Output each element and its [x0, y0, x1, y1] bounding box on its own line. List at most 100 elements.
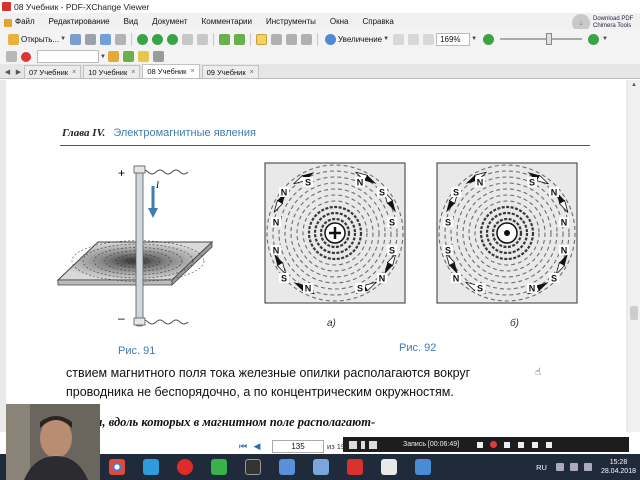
- window-title: 08 Учебник - PDF-XChange Viewer: [14, 1, 150, 12]
- camera-icon[interactable]: [518, 441, 525, 448]
- fit-width-icon[interactable]: [234, 33, 246, 45]
- stop-record-icon[interactable]: [349, 440, 357, 449]
- save-icon[interactable]: [70, 33, 82, 45]
- stop-icon[interactable]: [21, 51, 31, 62]
- menu-help[interactable]: Справка: [355, 17, 400, 26]
- fit-page-icon[interactable]: [219, 33, 231, 45]
- tab-10[interactable]: 10 Учебник ×: [83, 65, 141, 78]
- document-tab-bar: ◀ ▶ 07 Учебник × 10 Учебник × 08 Учебник × 0…: [0, 64, 640, 79]
- close-icon[interactable]: ×: [131, 69, 135, 76]
- email-icon[interactable]: [100, 33, 112, 45]
- app-a-icon[interactable]: [204, 456, 234, 478]
- tab-09[interactable]: 09 Учебник ×: [201, 65, 259, 78]
- pole-label: S: [379, 188, 385, 198]
- expand-icon[interactable]: [532, 441, 539, 448]
- prev-page-button[interactable]: ◀: [251, 440, 263, 452]
- next-page-icon[interactable]: [167, 33, 179, 45]
- first-page-button[interactable]: ⏮: [237, 440, 249, 452]
- document-area[interactable]: Глава IV. Электромагнитные явления + – I…: [0, 80, 640, 432]
- secondary-toolbar: ▼: [0, 49, 640, 64]
- chevron-right-icon[interactable]: ▶: [16, 68, 21, 76]
- chevron-left-icon[interactable]: ◀: [5, 68, 10, 76]
- zoom-field[interactable]: 169%: [436, 32, 471, 46]
- wifi-icon[interactable]: [569, 463, 578, 471]
- first-page-icon[interactable]: [137, 33, 149, 45]
- menu-edit[interactable]: Редактирование: [42, 17, 117, 26]
- chevron-down-icon[interactable]: ▼: [100, 54, 106, 60]
- menu-document[interactable]: Документ: [145, 17, 195, 26]
- pause-record-icon[interactable]: [361, 440, 365, 449]
- undo-icon[interactable]: [182, 33, 194, 45]
- magnifier-icon: [325, 33, 337, 45]
- chapter-label: Глава IV.: [62, 127, 106, 139]
- toolbar-divider: [250, 32, 252, 46]
- tab-08[interactable]: 08 Учебник ×: [142, 64, 200, 78]
- pdf-viewer-icon[interactable]: [340, 456, 370, 478]
- chevron-down-icon[interactable]: ▼: [471, 36, 477, 42]
- close-icon[interactable]: ×: [250, 69, 254, 76]
- zoom-button[interactable]: Увеличение ▼: [321, 32, 391, 47]
- figure-92-caption: Рис. 92: [399, 342, 437, 354]
- open-button[interactable]: Открыть... ▼: [4, 32, 68, 47]
- comment-icon[interactable]: [107, 51, 119, 62]
- folder-icon: [8, 33, 19, 45]
- language-indicator[interactable]: RU: [536, 463, 547, 472]
- volume-tray-icon[interactable]: [583, 463, 592, 471]
- zoom-out-icon[interactable]: [483, 33, 495, 45]
- zoom-in-icon[interactable]: [588, 33, 600, 45]
- menu-file[interactable]: Файл: [2, 17, 42, 27]
- grid-icon[interactable]: [369, 440, 377, 449]
- redo-icon[interactable]: [197, 33, 209, 45]
- close-icon[interactable]: ×: [72, 69, 76, 76]
- snapshot-icon[interactable]: [286, 33, 298, 45]
- presentation-icon[interactable]: [272, 456, 302, 478]
- network-icon[interactable]: [306, 456, 336, 478]
- recorder-app-icon[interactable]: [408, 456, 438, 478]
- actual-size-icon[interactable]: [393, 33, 405, 45]
- terminal-icon[interactable]: [238, 456, 268, 478]
- stamp-icon[interactable]: [122, 51, 134, 62]
- scan-icon[interactable]: [115, 33, 127, 45]
- menu-windows[interactable]: Окна: [323, 17, 356, 26]
- pole-label: N: [273, 218, 280, 228]
- select-text-icon[interactable]: [271, 33, 283, 45]
- volume-icon[interactable]: [546, 441, 553, 448]
- glasses-icon[interactable]: [6, 51, 17, 62]
- scroll-up-icon[interactable]: ▲: [628, 80, 640, 90]
- tray-arrow-icon[interactable]: [555, 463, 564, 471]
- zoom-slider[interactable]: [500, 33, 583, 45]
- pencil-icon[interactable]: [152, 51, 164, 62]
- record-dot-icon[interactable]: [490, 441, 498, 448]
- document-icon[interactable]: [374, 456, 404, 478]
- highlight-icon[interactable]: [137, 51, 149, 62]
- select-image-icon[interactable]: [301, 33, 313, 45]
- scrollbar-thumb[interactable]: [630, 306, 638, 320]
- figure-91-drawing: + – I: [56, 165, 214, 327]
- tab-nav[interactable]: ◀ ▶: [2, 65, 24, 78]
- chevron-down-icon[interactable]: ▼: [602, 36, 608, 42]
- menu-comments[interactable]: Комментарии: [195, 17, 259, 26]
- vertical-scrollbar[interactable]: ▲: [628, 80, 640, 432]
- hand-tool-icon[interactable]: [256, 33, 268, 45]
- figure-92b-label: б): [510, 318, 519, 329]
- prev-page-icon[interactable]: [152, 33, 164, 45]
- search-input[interactable]: [37, 50, 99, 63]
- fit-visible-icon[interactable]: [408, 33, 420, 45]
- fit-height-icon[interactable]: [423, 33, 435, 45]
- pause-icon[interactable]: [504, 441, 511, 448]
- tab-07[interactable]: 07 Учебник ×: [24, 65, 82, 78]
- clock[interactable]: 15:28 28.04.2018: [601, 458, 636, 476]
- print-icon[interactable]: [85, 33, 97, 45]
- page-number-input[interactable]: 135: [272, 439, 324, 453]
- pole-label: S: [305, 178, 311, 188]
- chrome-icon[interactable]: [102, 456, 132, 478]
- pen-icon[interactable]: [477, 441, 484, 448]
- menu-tools[interactable]: Инструменты: [259, 17, 323, 26]
- zoom-slider-thumb[interactable]: [546, 33, 553, 45]
- media-player-icon[interactable]: [136, 456, 166, 478]
- close-icon[interactable]: ×: [190, 68, 194, 75]
- opera-icon[interactable]: [170, 456, 200, 478]
- menu-view[interactable]: Вид: [117, 17, 145, 26]
- minus-terminal: –: [118, 311, 125, 325]
- body-line-3: Линии, вдоль которых в магнитном поле ра…: [66, 415, 376, 429]
